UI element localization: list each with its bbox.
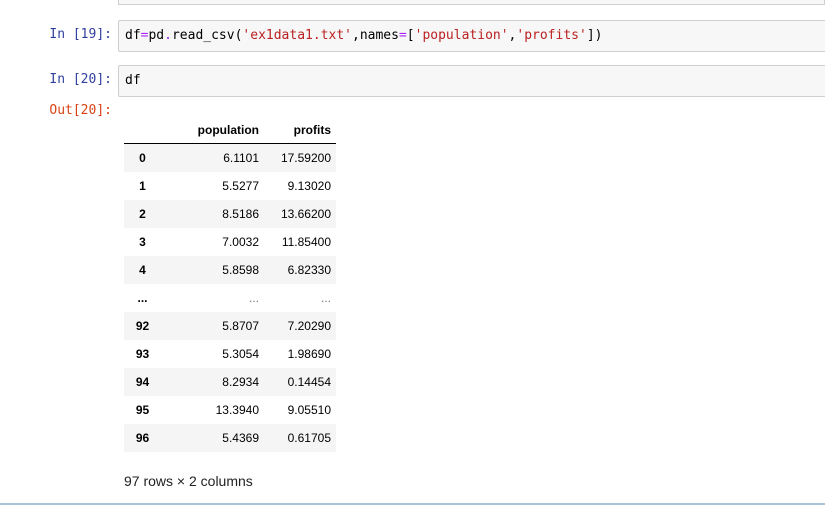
- table-row: 0 6.1101 17.59200: [124, 143, 336, 172]
- row-index: 96: [135, 430, 150, 445]
- table-row: 4 5.8598 6.82330: [124, 255, 336, 284]
- code-token: df: [125, 73, 141, 88]
- profits-cell: 11.85400: [281, 234, 331, 249]
- table-row: 96 5.4369 0.61705: [124, 423, 336, 452]
- row-index: 92: [135, 318, 150, 333]
- profits-cell: 0.14454: [287, 374, 331, 389]
- profits-cell: ...: [320, 290, 331, 305]
- input-prompt-19: In [19]:: [49, 27, 112, 42]
- table-header-row: population profits: [124, 117, 336, 144]
- population-cell: 6.1101: [223, 150, 259, 165]
- population-cell: 5.4369: [222, 430, 259, 445]
- dataframe-table: population profits 0 6.1101 17.59200 1 5.527…: [124, 117, 336, 452]
- population-cell: 5.8707: [222, 318, 259, 333]
- column-header-profits: profits: [264, 117, 336, 144]
- input-prompt-20: In [20]:: [49, 72, 112, 87]
- code-token: .: [164, 28, 172, 43]
- profits-cell: 6.82330: [287, 262, 331, 277]
- code-token: 'ex1data1.txt': [242, 28, 352, 43]
- row-index: 94: [135, 374, 150, 389]
- table-row: 2 8.5186 13.66200: [124, 199, 336, 228]
- row-index: 93: [135, 346, 150, 361]
- column-header-population: population: [161, 117, 264, 144]
- code-token: =: [398, 28, 407, 43]
- population-cell: 7.0032: [222, 234, 259, 249]
- population-cell: 8.2934: [222, 374, 259, 389]
- row-index: 4: [139, 262, 146, 277]
- table-row: 95 13.3940 9.05510: [124, 396, 336, 424]
- population-cell: 5.8598: [222, 262, 259, 277]
- code-token: 'population': [414, 28, 509, 43]
- profits-cell: 7.20290: [287, 318, 331, 333]
- code-token: ,: [352, 28, 360, 43]
- profits-cell: 9.05510: [287, 402, 331, 417]
- row-index: 2: [139, 206, 146, 221]
- profits-cell: 1.98690: [287, 346, 331, 361]
- row-index: 95: [135, 402, 150, 417]
- table-row: 1 5.5277 9.13020: [124, 172, 336, 200]
- table-row: 92 5.8707 7.20290: [124, 311, 336, 340]
- table-row: 3 7.0032 11.85400: [124, 228, 336, 256]
- code-input-cell-19[interactable]: df=pd.read_csv('ex1data1.txt',names=['po…: [118, 20, 825, 52]
- population-cell: 5.3054: [222, 346, 259, 361]
- code-token: 'profits': [516, 28, 587, 43]
- code-token: read_csv(: [171, 28, 243, 43]
- code-token: pd: [148, 28, 165, 43]
- profits-cell: 9.13020: [287, 178, 331, 193]
- population-cell: 8.5186: [222, 206, 259, 221]
- row-index: ...: [137, 290, 148, 305]
- previous-output-area: [118, 0, 825, 5]
- table-row: 93 5.3054 1.98690: [124, 340, 336, 368]
- population-cell: 5.5277: [222, 178, 259, 193]
- profits-cell: 0.61705: [287, 430, 331, 445]
- row-index: 0: [139, 150, 146, 165]
- index-header: [124, 117, 161, 144]
- table-row: 94 8.2934 0.14454: [124, 367, 336, 396]
- code-token: [: [406, 28, 415, 43]
- code-token: df: [125, 28, 141, 43]
- profits-cell: 17.59200: [280, 150, 331, 165]
- row-index: 1: [139, 178, 146, 193]
- output-prompt-20: Out[20]:: [49, 103, 112, 118]
- code-token: names: [359, 28, 399, 43]
- row-index: 3: [139, 234, 146, 249]
- code-token: ]): [586, 28, 603, 43]
- cell-selection-border: [0, 503, 825, 505]
- population-cell: 13.3940: [215, 402, 259, 417]
- table-ellipsis-row: .........: [124, 284, 336, 312]
- dataframe-shape-text: 97 rows × 2 columns: [124, 473, 253, 489]
- code-input-cell-20[interactable]: df: [118, 65, 825, 97]
- population-cell: ...: [248, 290, 259, 305]
- profits-cell: 13.66200: [280, 206, 331, 221]
